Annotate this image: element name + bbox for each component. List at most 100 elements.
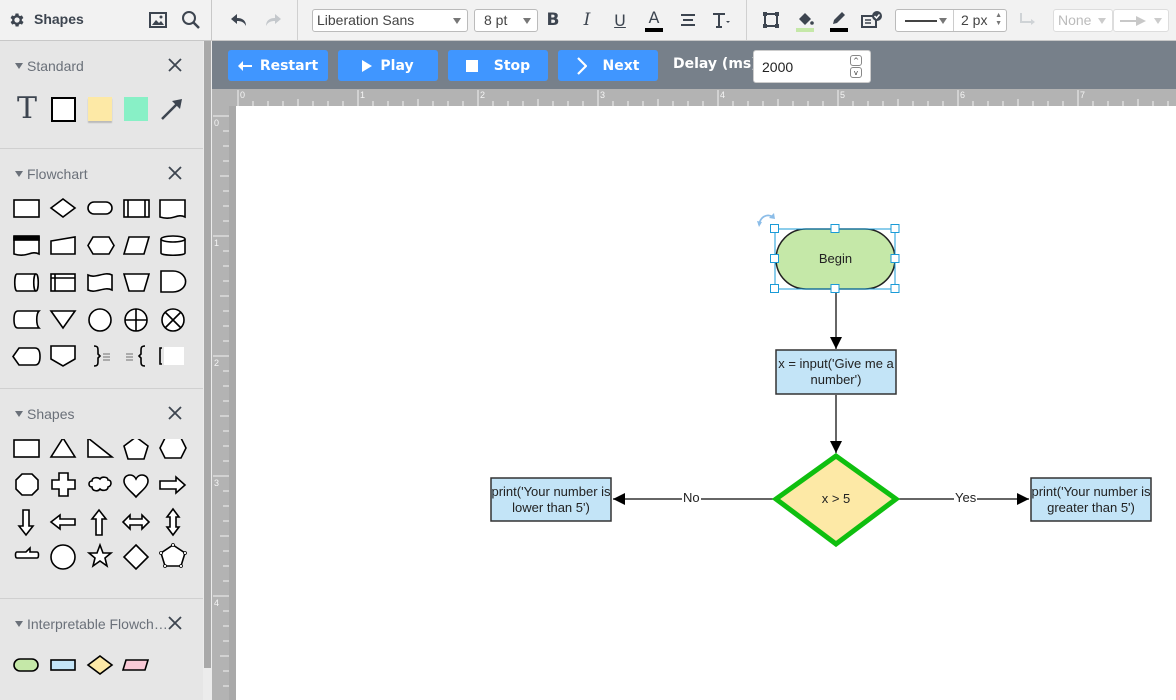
scrollbar-thumb[interactable] <box>204 41 211 668</box>
decision-shape[interactable] <box>49 198 77 218</box>
decision-node-text: x > 5 <box>821 491 851 506</box>
callout-shape[interactable] <box>14 546 40 559</box>
decrement-icon[interactable]: v <box>850 67 862 78</box>
predefined-process-shape[interactable] <box>123 199 150 218</box>
decision-shape[interactable] <box>86 655 114 675</box>
play-button[interactable]: Play <box>338 50 438 81</box>
section-interpretable-header[interactable]: Interpretable Flowch… <box>15 616 168 632</box>
process-shape[interactable] <box>13 199 40 218</box>
fill-color-icon[interactable] <box>794 8 816 34</box>
rectangle-shape[interactable] <box>45 91 81 127</box>
pentagon-shape[interactable] <box>123 439 149 460</box>
bold-icon[interactable]: B <box>544 10 562 30</box>
triangle-shape[interactable] <box>49 439 77 458</box>
manual-operation-shape[interactable] <box>122 273 151 292</box>
left-right-arrow-shape[interactable] <box>121 513 151 531</box>
shape-border-icon[interactable] <box>760 10 782 30</box>
close-icon[interactable] <box>167 615 183 631</box>
increment-icon[interactable]: ^ <box>850 55 862 66</box>
off-page-link-shape[interactable] <box>50 345 76 367</box>
delay-input[interactable]: 2000 ^ v <box>753 50 871 83</box>
direct-access-storage-shape[interactable] <box>13 273 40 292</box>
display-shape[interactable] <box>12 347 41 366</box>
restart-button[interactable]: Restart <box>228 50 328 81</box>
note-shape[interactable] <box>82 91 118 127</box>
italic-icon[interactable]: I <box>578 10 596 30</box>
ruler-label: 3 <box>600 90 605 100</box>
stored-data-shape[interactable] <box>13 310 41 329</box>
close-icon[interactable] <box>167 165 183 181</box>
align-center-icon[interactable] <box>678 10 698 30</box>
delay-shape[interactable] <box>160 270 187 293</box>
summing-junction-shape[interactable] <box>161 308 185 332</box>
section-shapes-header[interactable]: Shapes <box>15 406 74 422</box>
top-toolbar: Shapes Liberation Sans 8 pt B I U A 2 px… <box>0 0 1176 41</box>
search-icon[interactable] <box>180 9 202 31</box>
cloud-shape[interactable] <box>88 476 112 492</box>
diamond-shape[interactable] <box>122 543 150 571</box>
paper-tape-shape[interactable] <box>87 273 113 292</box>
line-width-value: 2 px <box>961 12 988 28</box>
or-shape[interactable] <box>124 308 148 332</box>
left-arrow-shape[interactable] <box>49 513 76 531</box>
terminator-shape[interactable] <box>87 201 113 215</box>
manual-input-shape[interactable] <box>50 236 76 255</box>
connector-shape[interactable] <box>88 308 112 332</box>
redo-icon[interactable] <box>262 10 284 30</box>
drawing-canvas[interactable] <box>236 106 1176 700</box>
annotation-left-shape[interactable] <box>126 345 146 367</box>
section-standard-header[interactable]: Standard <box>15 58 84 74</box>
annotation-right-shape[interactable] <box>93 345 110 367</box>
database-shape[interactable] <box>160 235 186 257</box>
ruler-label: 2 <box>480 90 485 100</box>
image-icon[interactable] <box>148 10 168 30</box>
merge-shape[interactable] <box>49 310 77 330</box>
undo-icon[interactable] <box>228 10 250 30</box>
text-options-icon[interactable] <box>710 10 732 30</box>
start-end-shape[interactable] <box>13 658 39 672</box>
line-color-icon[interactable] <box>828 8 850 34</box>
up-down-arrow-shape[interactable] <box>165 507 181 537</box>
right-arrow-shape[interactable] <box>159 475 187 495</box>
input-output-shape[interactable] <box>121 659 150 671</box>
play-label: Play <box>380 57 414 74</box>
shape-style-check-icon[interactable] <box>860 9 884 31</box>
document-shape[interactable] <box>159 199 186 219</box>
underline-icon[interactable]: U <box>611 10 629 30</box>
hexagon-shape[interactable] <box>159 439 187 459</box>
text-color-icon[interactable]: A <box>644 8 664 34</box>
cross-shape[interactable] <box>51 472 76 497</box>
arrow-line-shape[interactable] <box>154 91 190 127</box>
data-shape[interactable] <box>122 236 151 255</box>
font-size-select[interactable]: 8 pt <box>474 9 538 32</box>
close-icon[interactable] <box>167 405 183 421</box>
up-arrow-shape[interactable] <box>90 508 108 536</box>
circle-shape[interactable] <box>50 544 76 570</box>
polygon-shape[interactable] <box>159 543 187 568</box>
sidebar-scrollbar[interactable] <box>203 41 212 700</box>
section-flowchart-header[interactable]: Flowchart <box>15 166 88 182</box>
font-family-select[interactable]: Liberation Sans <box>312 9 468 32</box>
next-button[interactable]: Next <box>558 50 658 81</box>
heart-shape[interactable] <box>123 474 149 499</box>
rectangle-shape[interactable] <box>13 439 40 458</box>
close-icon[interactable] <box>167 57 183 73</box>
text-shape[interactable]: T <box>9 91 45 127</box>
internal-storage-shape[interactable] <box>50 273 76 292</box>
process-shape[interactable] <box>50 659 76 671</box>
star-shape[interactable] <box>86 542 114 568</box>
ruler-label: 1 <box>214 238 219 248</box>
down-arrow-shape[interactable] <box>17 509 35 537</box>
preparation-shape[interactable] <box>87 236 115 255</box>
ruler-label: 4 <box>720 90 725 100</box>
octagon-shape[interactable] <box>15 473 39 496</box>
right-triangle-shape[interactable] <box>87 439 115 458</box>
stop-button[interactable]: Stop <box>448 50 548 81</box>
play-icon <box>362 59 373 72</box>
gear-icon[interactable] <box>6 10 28 30</box>
line-width-spinner[interactable]: ▲ ▼ <box>995 12 1002 28</box>
bracket-note-shape[interactable] <box>159 347 184 365</box>
multi-document-shape[interactable] <box>13 235 40 256</box>
block-shape[interactable] <box>118 91 154 127</box>
line-style-select[interactable]: 2 px ▲ ▼ <box>895 9 1007 32</box>
